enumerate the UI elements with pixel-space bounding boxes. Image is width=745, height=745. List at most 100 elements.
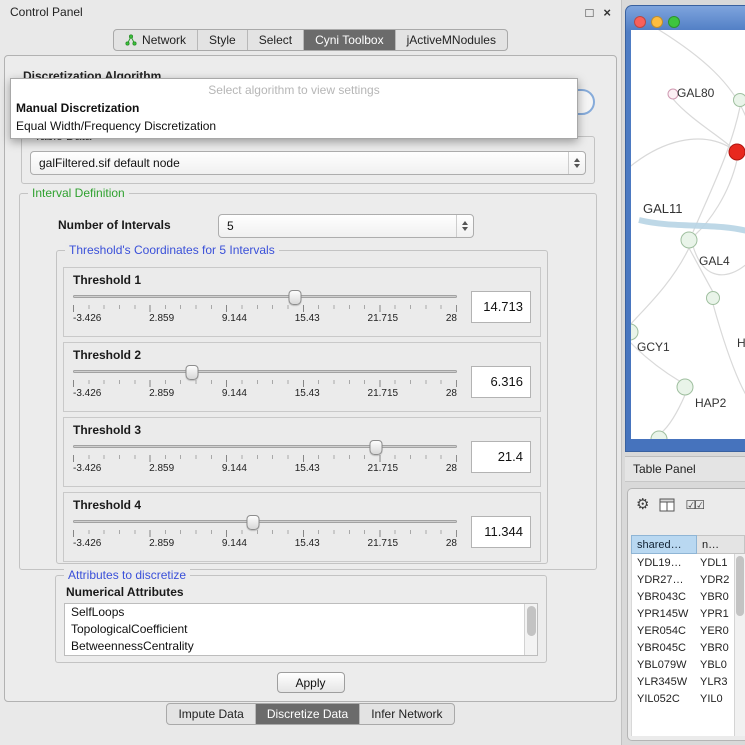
- slider-track-area[interactable]: [73, 364, 457, 380]
- slider-handle[interactable]: [288, 290, 301, 305]
- scale-tick: 21.715: [368, 538, 399, 549]
- tab-jactivemnodules[interactable]: jActiveMNodules: [395, 30, 507, 50]
- close-window-icon[interactable]: [634, 16, 646, 28]
- table-row[interactable]: YER054CYER0: [632, 622, 734, 639]
- threshold-4-value-field[interactable]: 11.344: [471, 516, 531, 548]
- network-icon: [125, 34, 137, 46]
- slider-ticks: [73, 305, 457, 312]
- node-label: H: [737, 336, 745, 350]
- number-of-intervals-combobox[interactable]: 5: [218, 214, 474, 238]
- list-scrollbar[interactable]: [524, 604, 537, 655]
- dropdown-option-equal-width[interactable]: Equal Width/Frequency Discretization: [11, 117, 577, 135]
- network-node[interactable]: [707, 292, 720, 305]
- network-node[interactable]: [681, 232, 697, 248]
- threshold-1-value-field[interactable]: 14.713: [471, 291, 531, 323]
- combo-arrows-icon: [456, 215, 473, 237]
- float-window-icon[interactable]: □: [586, 6, 594, 19]
- columns-icon[interactable]: [659, 498, 675, 512]
- minimize-window-icon[interactable]: [651, 16, 663, 28]
- zoom-window-icon[interactable]: [668, 16, 680, 28]
- scale-tick: -3.426: [73, 388, 101, 399]
- tab-discretize-data[interactable]: Discretize Data: [255, 704, 359, 724]
- network-node[interactable]: [631, 324, 638, 340]
- select-columns-icon[interactable]: ☑☑: [685, 498, 703, 512]
- cell: YIL0: [695, 693, 734, 705]
- list-item[interactable]: BetweennessCentrality: [65, 638, 537, 655]
- slider-track-area[interactable]: [73, 439, 457, 455]
- close-icon[interactable]: ×: [603, 6, 611, 19]
- thresholds-group-label: Threshold's Coordinates for 5 Intervals: [65, 243, 279, 257]
- scrollbar-thumb[interactable]: [527, 606, 536, 636]
- gear-icon[interactable]: ⚙: [636, 497, 649, 512]
- cell: YIL052C: [632, 693, 695, 705]
- cell: YPR145W: [632, 608, 695, 620]
- table-row[interactable]: YLR345WYLR3: [632, 673, 734, 690]
- table-row[interactable]: YIL052CYIL0: [632, 690, 734, 707]
- list-item[interactable]: SelfLoops: [65, 604, 537, 621]
- threshold-3-box: Threshold 3 -3.4262.8599.14415.4321.7152…: [63, 417, 541, 487]
- interval-definition-group: Interval Definition Number of Intervals …: [19, 193, 597, 570]
- list-item[interactable]: TopologicalCoefficient: [65, 621, 537, 638]
- combo-arrows-icon: [568, 152, 585, 174]
- thresholds-group: Threshold's Coordinates for 5 Intervals …: [56, 250, 548, 564]
- table-row[interactable]: YBR043CYBR0: [632, 588, 734, 605]
- network-node[interactable]: [651, 431, 667, 439]
- table-row[interactable]: YBL079WYBL0: [632, 656, 734, 673]
- table-rows: YDL19…YDL1 YDR27…YDR2 YBR043CYBR0 YPR145…: [631, 554, 734, 736]
- table-row[interactable]: YPR145WYPR1: [632, 605, 734, 622]
- table-row[interactable]: YDL19…YDL1: [632, 554, 734, 571]
- table-panel-header: Table Panel: [625, 456, 745, 482]
- column-header-name[interactable]: n…: [697, 535, 745, 554]
- tab-style[interactable]: Style: [197, 30, 247, 50]
- interval-definition-group-label: Interval Definition: [28, 186, 129, 200]
- table-header-row: shared… n…: [631, 535, 745, 554]
- scale-tick: 21.715: [368, 463, 399, 474]
- table-row[interactable]: YBR045CYBR0: [632, 639, 734, 656]
- slider-handle[interactable]: [370, 440, 383, 455]
- highlighted-edge[interactable]: [639, 220, 745, 232]
- slider-track[interactable]: [73, 520, 457, 523]
- tab-infer-network[interactable]: Infer Network: [359, 704, 453, 724]
- table-data-combobox[interactable]: galFiltered.sif default node: [30, 151, 586, 175]
- threshold-2-label: Threshold 2: [73, 348, 531, 362]
- threshold-2-value-field[interactable]: 6.316: [471, 366, 531, 398]
- tab-impute-data[interactable]: Impute Data: [167, 704, 254, 724]
- slider-track-area[interactable]: [73, 289, 457, 305]
- threshold-4-label: Threshold 4: [73, 498, 531, 512]
- slider-track[interactable]: [73, 370, 457, 373]
- numerical-attributes-label: Numerical Attributes: [66, 585, 184, 599]
- network-node[interactable]: [734, 94, 745, 107]
- table-scrollbar[interactable]: [734, 554, 745, 736]
- slider-track-area[interactable]: [73, 514, 457, 530]
- slider-handle[interactable]: [247, 515, 260, 530]
- tab-network[interactable]: Network: [114, 30, 197, 50]
- slider-scale: -3.4262.8599.14415.4321.71528: [73, 388, 457, 399]
- threshold-4-slider: -3.4262.8599.14415.4321.71528: [73, 514, 457, 549]
- cell: YDR2: [695, 574, 734, 586]
- numerical-attributes-list: SelfLoops TopologicalCoefficient Between…: [64, 603, 538, 656]
- tab-infer-network-label: Infer Network: [371, 707, 442, 721]
- table-panel-title: Table Panel: [633, 462, 696, 476]
- network-canvas[interactable]: GAL80 GAL11 GAL4 GCY1 HAP2 H: [631, 30, 745, 439]
- scale-tick: 21.715: [368, 388, 399, 399]
- tab-select[interactable]: Select: [247, 30, 303, 50]
- network-node[interactable]: [677, 379, 693, 395]
- tab-cyni-toolbox[interactable]: Cyni Toolbox: [303, 30, 394, 50]
- threshold-3-label: Threshold 3: [73, 423, 531, 437]
- cell: YER054C: [632, 625, 695, 637]
- slider-track[interactable]: [73, 295, 457, 298]
- table-row[interactable]: YDR27…YDR2: [632, 571, 734, 588]
- column-header-shared-name[interactable]: shared…: [631, 535, 697, 554]
- number-of-intervals-value: 5: [227, 219, 234, 233]
- table-data-selected-value: galFiltered.sif default node: [39, 156, 180, 170]
- tab-network-label: Network: [142, 33, 186, 47]
- slider-scale: -3.4262.8599.14415.4321.71528: [73, 313, 457, 324]
- dropdown-option-manual-discretization[interactable]: Manual Discretization: [11, 99, 577, 117]
- apply-button[interactable]: Apply: [277, 672, 345, 693]
- slider-ticks: [73, 530, 457, 537]
- scrollbar-thumb[interactable]: [736, 556, 744, 616]
- threshold-3-value-field[interactable]: 21.4: [471, 441, 531, 473]
- slider-track[interactable]: [73, 445, 457, 448]
- slider-handle[interactable]: [186, 365, 199, 380]
- network-node-selected[interactable]: [729, 144, 745, 160]
